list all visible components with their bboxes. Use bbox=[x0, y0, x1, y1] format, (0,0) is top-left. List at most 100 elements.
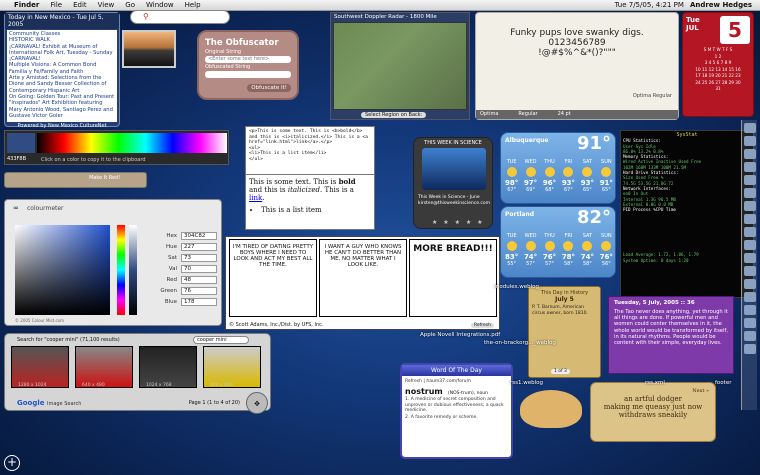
colourmeter-footer: © 2005 Colour Mist.com bbox=[15, 318, 65, 323]
history-date: July 5 bbox=[555, 296, 574, 303]
desktop-file[interactable]: modules.weblog bbox=[494, 284, 539, 290]
thumbnail[interactable]: 800 x 600 bbox=[203, 346, 261, 388]
dock-item[interactable] bbox=[744, 240, 756, 250]
news-item[interactable]: ¡CARNAVAL! Exhibit at Museum of Internat… bbox=[9, 44, 115, 57]
dock-item[interactable] bbox=[744, 201, 756, 211]
text-run: . bbox=[262, 194, 265, 202]
dock-item[interactable] bbox=[744, 188, 756, 198]
weather-widget-albuquerque[interactable]: Albuquerque 91° TUE 98° 67° WED 97° 69° THU 9… bbox=[500, 132, 616, 204]
search-summary: Search for "cooper mini" (71,100 results… bbox=[17, 337, 120, 343]
menu-app[interactable]: Finder bbox=[14, 1, 39, 9]
field-label: Red bbox=[166, 276, 177, 283]
original-input[interactable]: <Enter some text here> bbox=[205, 56, 291, 63]
hex-field[interactable]: 304C82 bbox=[181, 231, 217, 240]
dock-item[interactable] bbox=[744, 214, 756, 224]
color-message: Click on a color to copy it to the clipb… bbox=[41, 157, 146, 163]
thumbnail[interactable]: 1024 x 768 bbox=[139, 346, 197, 388]
user-name[interactable]: Andrew Hedges bbox=[690, 1, 752, 9]
news-list: Community Classes HISTORIC WALK ¡CARNAVA… bbox=[7, 30, 117, 122]
thumbnail[interactable]: 640 x 480 bbox=[75, 346, 133, 388]
news-item[interactable]: "Inspirados" Art Exhibition featuring Ma… bbox=[9, 100, 115, 119]
history-text[interactable]: P. T. Barnum, American circus owner, bor… bbox=[532, 305, 597, 316]
link[interactable]: link bbox=[249, 194, 262, 202]
color-spectrum[interactable] bbox=[37, 133, 227, 153]
menu-edit[interactable]: Edit bbox=[73, 1, 87, 9]
dock-item[interactable] bbox=[744, 279, 756, 289]
hue-field[interactable]: 227 bbox=[181, 242, 217, 251]
dock-item[interactable] bbox=[744, 305, 756, 315]
desktop-file[interactable]: rss1.weblog bbox=[510, 380, 543, 386]
day-label: TUE bbox=[506, 233, 517, 239]
menu-window[interactable]: Window bbox=[146, 1, 174, 9]
dock-item[interactable] bbox=[744, 344, 756, 354]
text-run: and this is bbox=[249, 186, 288, 194]
wod-def: 2. A favorite remedy or scheme. bbox=[405, 414, 478, 420]
desktop-file[interactable]: footer bbox=[715, 380, 731, 386]
dock-item[interactable] bbox=[744, 266, 756, 276]
slider-widget[interactable]: Make It Red! bbox=[4, 172, 147, 188]
menu-help[interactable]: Help bbox=[185, 1, 201, 9]
desktop-file[interactable]: rss.xml bbox=[645, 380, 665, 386]
fortune-cookie-icon[interactable] bbox=[520, 390, 582, 428]
cal-grid[interactable]: S M T W T F S 1 2 3 4 5 6 7 8 9 10 11 12… bbox=[686, 47, 750, 93]
science-email[interactable]: kirsten@thisweekinscience.com bbox=[418, 201, 490, 207]
high-temp: 91° bbox=[599, 179, 613, 187]
html-source-input[interactable]: <p>This is some text. This is <b>bold</b… bbox=[246, 127, 374, 175]
dock-item[interactable] bbox=[744, 123, 756, 133]
dock-item[interactable] bbox=[744, 162, 756, 172]
menu-view[interactable]: View bbox=[98, 1, 115, 9]
menu-go[interactable]: Go bbox=[125, 1, 135, 9]
navigate-arrows-icon[interactable]: ✥ bbox=[246, 392, 268, 414]
dock-item[interactable] bbox=[744, 292, 756, 302]
hue-slider[interactable] bbox=[117, 225, 125, 315]
low-temp: 68° bbox=[545, 187, 554, 193]
dock-item[interactable] bbox=[744, 318, 756, 328]
font-family-select[interactable]: Optima bbox=[480, 111, 498, 118]
value-slider[interactable] bbox=[129, 225, 137, 315]
weather-widget-portland[interactable]: Portland 82° TUE 83° 55° WED 74° 57° THU 76° 5… bbox=[500, 206, 616, 278]
sat-field[interactable]: 73 bbox=[181, 253, 217, 262]
history-nav[interactable]: 1 of 3 bbox=[551, 369, 570, 374]
dock bbox=[741, 120, 757, 410]
image-search-input[interactable]: cooper mini bbox=[193, 336, 249, 344]
menu-file[interactable]: File bbox=[50, 1, 62, 9]
field-label: Hue bbox=[165, 243, 177, 250]
day-label: TUE bbox=[506, 159, 517, 165]
dock-item[interactable] bbox=[744, 149, 756, 159]
obfuscated-output[interactable] bbox=[205, 71, 291, 78]
scroll-next[interactable]: Next » bbox=[692, 387, 709, 395]
dock-item[interactable] bbox=[744, 227, 756, 237]
desktop-file[interactable]: Apple Novell Integrations.pdf bbox=[420, 332, 500, 338]
font-style-select[interactable]: Regular bbox=[518, 111, 537, 118]
dock-item[interactable] bbox=[744, 136, 756, 146]
green-field[interactable]: 76 bbox=[181, 286, 217, 295]
photo-widget[interactable] bbox=[122, 30, 176, 68]
clock[interactable]: Tue 7/5/05, 4:21 PM bbox=[615, 1, 684, 9]
red-field[interactable]: 48 bbox=[181, 275, 217, 284]
add-widget-icon[interactable]: + bbox=[4, 455, 20, 471]
saturation-square[interactable] bbox=[15, 225, 110, 315]
dock-item[interactable] bbox=[744, 253, 756, 263]
dock-item[interactable] bbox=[744, 175, 756, 185]
sun-icon bbox=[563, 241, 574, 251]
day-label: SUN bbox=[601, 159, 612, 165]
news-item[interactable]: Arte y Amistad: Selections from the Dion… bbox=[9, 75, 115, 94]
font-size-select[interactable]: 24 pt bbox=[558, 111, 571, 118]
obfuscate-button[interactable]: Obfuscate It! bbox=[247, 84, 291, 92]
stat-line: System Uptime: 0 days 1:20 bbox=[623, 257, 689, 263]
font-pangram: Funky pups love swanky digs. bbox=[510, 28, 644, 38]
rating-stars[interactable]: ★ ★ ★ ★ ★ bbox=[432, 219, 485, 226]
high-temp: 74° bbox=[580, 253, 594, 261]
high-temp: 97° bbox=[523, 179, 538, 187]
search-widget[interactable]: ⚲ bbox=[130, 10, 230, 24]
dock-item[interactable] bbox=[744, 331, 756, 341]
comic-refresh-button[interactable]: Refresh bbox=[471, 323, 494, 328]
brand-suffix: Image Search bbox=[46, 401, 82, 407]
desktop-file[interactable]: the-on-brackorg..._weblog bbox=[484, 340, 556, 346]
science-artwork[interactable] bbox=[422, 148, 486, 190]
thumbnail[interactable]: 1280 x 1024 bbox=[11, 346, 69, 388]
wod-links[interactable]: Refresh | haum37.com/forum bbox=[405, 379, 508, 384]
val-field[interactable]: 70 bbox=[181, 264, 217, 273]
region-select[interactable]: Select Region on Back: bbox=[361, 112, 427, 118]
blue-field[interactable]: 178 bbox=[181, 297, 217, 306]
